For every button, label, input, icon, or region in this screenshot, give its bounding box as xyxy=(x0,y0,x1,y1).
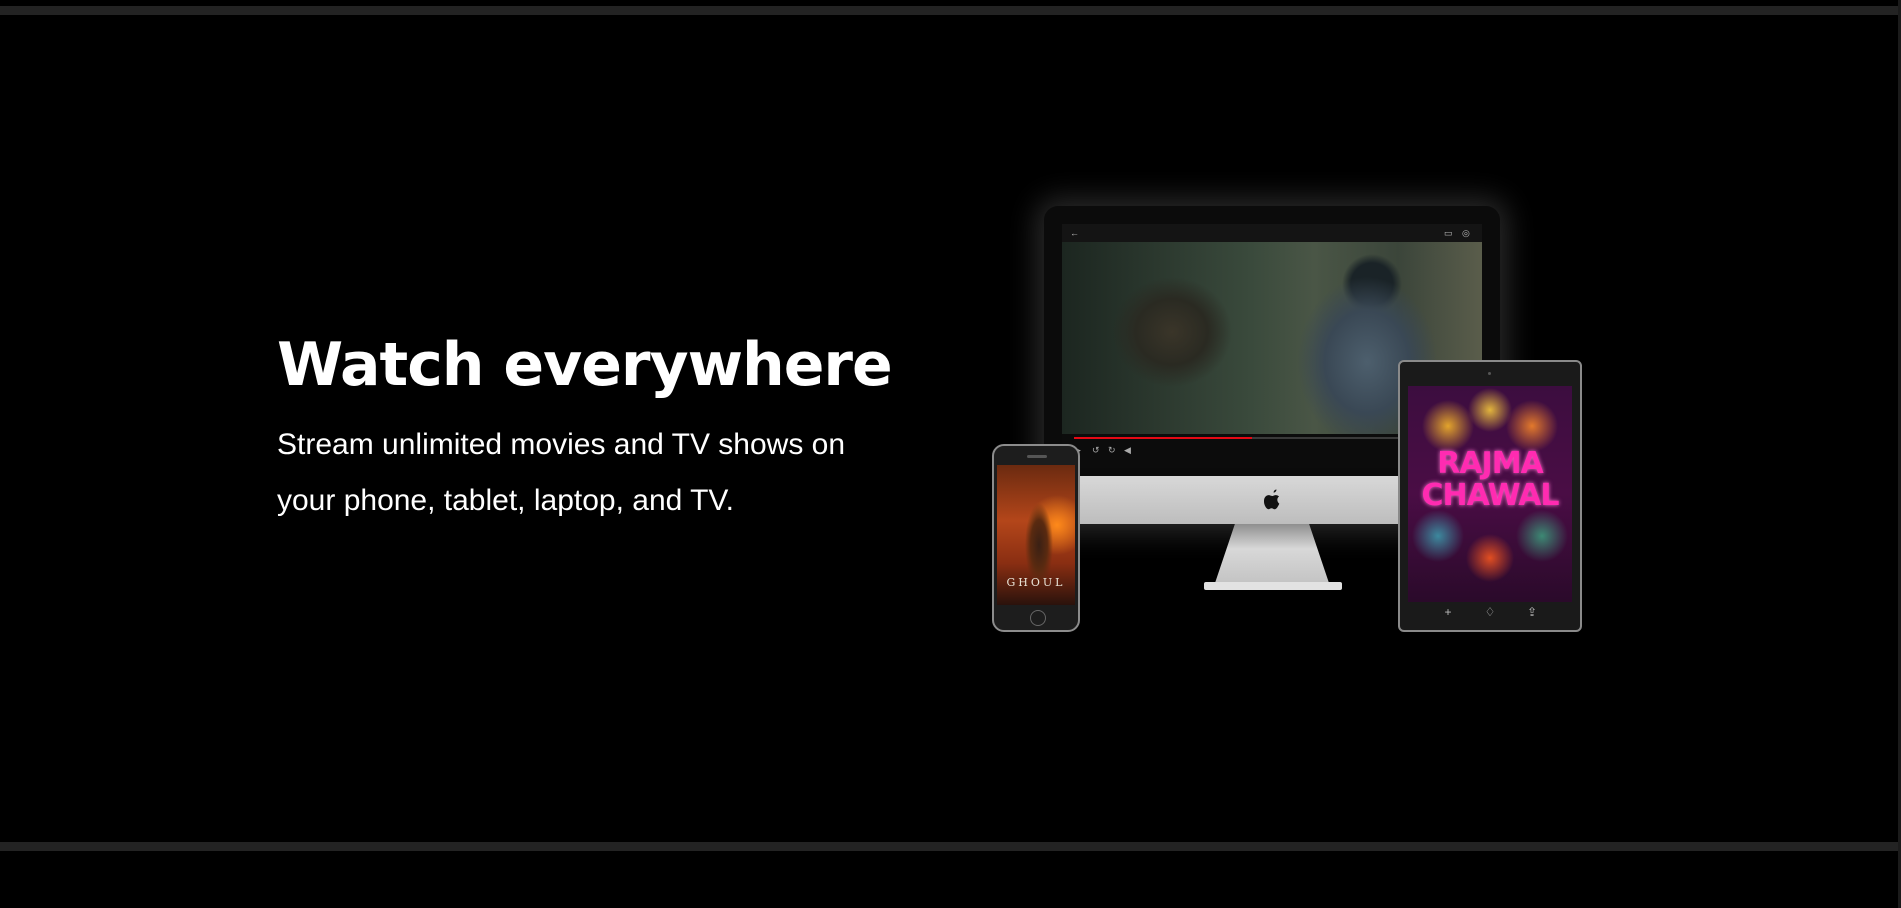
cast-icon: ▭ xyxy=(1444,228,1453,238)
like-icon: ♢ xyxy=(1484,605,1496,619)
apple-logo-icon xyxy=(1264,489,1280,510)
video-progress-fill xyxy=(1074,437,1253,439)
phone-home-button xyxy=(1030,610,1046,626)
share-icon: ⇪ xyxy=(1526,605,1538,619)
imac-base xyxy=(1204,582,1342,590)
phone-device: GHOUL xyxy=(992,444,1080,632)
tablet-camera xyxy=(1488,372,1491,375)
tablet-device: RAJMA CHAWAL + ♢ ⇪ xyxy=(1398,360,1582,632)
phone-poster-title: GHOUL xyxy=(1006,576,1066,589)
imac-stand xyxy=(1214,524,1330,586)
tablet-poster: RAJMA CHAWAL xyxy=(1408,386,1572,602)
rewind-icon: ↺ xyxy=(1092,445,1100,455)
feature-subtitle: Stream unlimited movies and TV shows on … xyxy=(277,428,846,517)
devices-illustration: ← ▭ ◎ ▶ ↺ ↻ ◀ xyxy=(980,200,1600,640)
video-top-bar: ← ▭ ◎ xyxy=(1062,224,1482,242)
settings-icon: ◎ xyxy=(1462,228,1470,238)
volume-icon: ◀ xyxy=(1124,445,1131,455)
tablet-poster-title: RAJMA CHAWAL xyxy=(1421,446,1559,513)
forward-icon: ↻ xyxy=(1108,445,1116,455)
tablet-action-bar: + ♢ ⇪ xyxy=(1408,602,1572,624)
feature-title: Watch everywhere xyxy=(277,330,893,400)
section-divider-top xyxy=(0,6,1901,15)
phone-poster: GHOUL xyxy=(997,465,1075,605)
plus-icon: + xyxy=(1444,605,1452,619)
back-arrow-icon: ← xyxy=(1070,228,1079,238)
section-divider-bottom xyxy=(0,842,1901,851)
phone-speaker xyxy=(1027,455,1047,458)
feature-text-block: Watch everywhere Stream unlimited movies… xyxy=(277,325,917,529)
